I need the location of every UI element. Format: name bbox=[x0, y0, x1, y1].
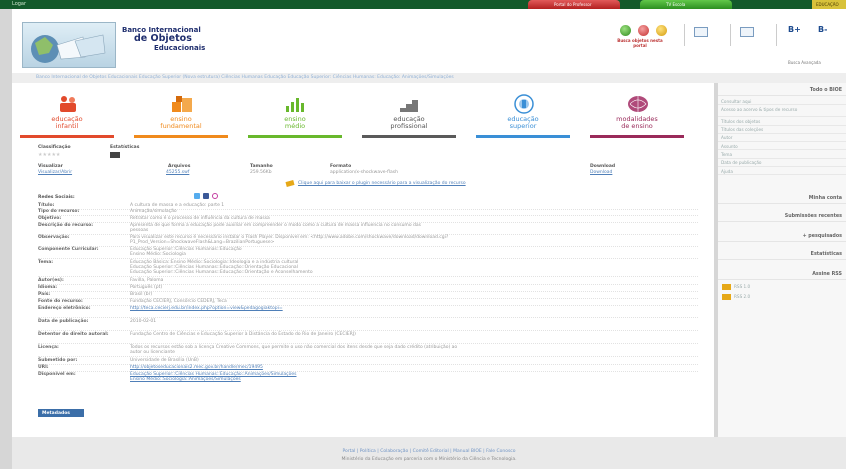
breadcrumb[interactable]: Banco Internacional de Objetos Educacion… bbox=[12, 73, 846, 83]
rss-2-link[interactable]: RSS 2.0 bbox=[722, 294, 842, 302]
visualizar-label: Visualizar bbox=[38, 164, 63, 169]
stats-icon[interactable] bbox=[110, 152, 120, 158]
endereco-link[interactable]: http://teca.cecierj.edu.br/index.php?opt… bbox=[130, 306, 698, 312]
category-bar bbox=[20, 135, 114, 138]
detail-row-descricao: Descrição do recurso: Apresenta de que fo… bbox=[38, 223, 698, 235]
target-icon bbox=[514, 94, 534, 114]
download-link[interactable]: Download bbox=[590, 170, 612, 175]
divider bbox=[776, 24, 777, 46]
sidebar-head-todo-bioe: Todo o BIOE bbox=[718, 86, 846, 96]
disponivel-link[interactable]: Educação Superior::Ciências Humanas::Edu… bbox=[130, 372, 698, 383]
font-increase-button[interactable]: B+ bbox=[788, 25, 801, 34]
classificacao-label: Classificação bbox=[38, 145, 71, 150]
stairs-icon bbox=[400, 100, 418, 112]
detail-row-detentor: Detentor do direito autoral: Fundação Cen… bbox=[38, 332, 698, 344]
uri-link[interactable]: http://objetoseducacionais2.mec.gov.br/h… bbox=[130, 365, 698, 371]
category-bar bbox=[248, 135, 342, 138]
search-label: Busca objetos nesta portal bbox=[617, 38, 663, 48]
divider bbox=[730, 24, 731, 46]
redes-sociais-label: Redes Sociais: bbox=[38, 195, 75, 200]
tamanho-value: 259.56Kb bbox=[250, 170, 272, 175]
rating-stars[interactable]: ★★★★★ bbox=[38, 152, 60, 158]
category-bar bbox=[134, 135, 228, 138]
category-label: superior bbox=[509, 122, 537, 130]
search-yellow-icon[interactable] bbox=[656, 25, 667, 36]
sidebar-head-submissoes[interactable]: Submissões recentes bbox=[718, 212, 846, 222]
mesh-icon bbox=[628, 96, 648, 112]
detail-row-licenca: Licença: Todos os recursos estão sob a li… bbox=[38, 345, 698, 357]
rss-1-link[interactable]: RSS 1.0 bbox=[722, 284, 842, 292]
font-decrease-button[interactable]: B- bbox=[818, 25, 827, 34]
sidebar-item[interactable]: Ajuda bbox=[718, 167, 846, 176]
category-ensino-medio[interactable]: ensino médio bbox=[248, 92, 342, 138]
facebook-icon[interactable] bbox=[203, 193, 209, 199]
category-ensino-fundamental[interactable]: ensino fundamental bbox=[134, 92, 228, 138]
category-educacao-profissional[interactable]: educação profissional bbox=[362, 92, 456, 138]
rss-icon bbox=[722, 284, 731, 290]
sidebar-item[interactable]: Data de publicação bbox=[718, 159, 846, 168]
children-icon bbox=[60, 96, 76, 112]
sidebar-item[interactable]: Autor bbox=[718, 134, 846, 143]
category-label: infantil bbox=[55, 122, 79, 130]
accessibility-icon[interactable] bbox=[740, 27, 754, 37]
visualizar-link[interactable]: Visualizar/Abrir bbox=[38, 170, 72, 175]
category-label: profissional bbox=[390, 122, 428, 130]
estatisticas-label: Estatísticas bbox=[110, 145, 140, 150]
sidebar-item[interactable]: Tema bbox=[718, 151, 846, 159]
detail-row-observacao: Observação: Para visualizar este recurso … bbox=[38, 235, 698, 247]
category-bar bbox=[590, 135, 684, 138]
category-bar bbox=[362, 135, 456, 138]
arquivos-label: Arquivos bbox=[168, 164, 191, 169]
arquivo-link[interactable]: 45255.swf bbox=[166, 170, 189, 175]
sidebar-item[interactable]: Assunto bbox=[718, 142, 846, 151]
blocks-icon bbox=[172, 96, 192, 112]
site-logo[interactable] bbox=[22, 22, 116, 68]
detail-row-disponivel: Disponível em: Educação Superior::Ciência… bbox=[38, 372, 698, 384]
formato-label: Formato bbox=[330, 164, 352, 169]
divider bbox=[684, 24, 685, 46]
tab-portal-professor[interactable]: Portal do Professor bbox=[528, 0, 620, 9]
brand-line-2: de Objetos bbox=[134, 33, 192, 44]
download-label: Download bbox=[590, 164, 616, 169]
category-modalidades-de-ensino[interactable]: modalidades de ensino bbox=[590, 92, 684, 138]
sidebar-item[interactable]: Títulos dos objetos bbox=[718, 117, 846, 126]
advanced-search-link[interactable]: Busca Avançada bbox=[788, 60, 821, 65]
plugin-link[interactable]: Clique aqui para baixar o plugin necessá… bbox=[298, 181, 466, 186]
sidebar-item[interactable]: Títulos das coleções bbox=[718, 126, 846, 134]
rss-icon bbox=[722, 294, 731, 300]
category-educacao-infantil[interactable]: educação infantil bbox=[20, 92, 114, 138]
search-green-icon[interactable] bbox=[620, 25, 631, 36]
brand-line-3: Educacionais bbox=[154, 44, 206, 52]
sidebar-head-estatisticas[interactable]: Estatísticas bbox=[718, 250, 846, 260]
formato-value: application/x-shockwave-flash bbox=[330, 170, 398, 175]
tab-tv-escola[interactable]: TV Escola bbox=[640, 0, 732, 9]
category-bar bbox=[476, 135, 570, 138]
category-educacao-superior[interactable]: educação superior bbox=[476, 92, 570, 138]
login-link[interactable]: Logar bbox=[12, 1, 26, 7]
sidebar-head-minha-conta[interactable]: Minha conta bbox=[718, 194, 846, 204]
category-label: fundamental bbox=[160, 122, 202, 130]
detail-row-data: Data de publicação: 2010-02-01 bbox=[38, 319, 698, 331]
twitter-icon[interactable] bbox=[194, 193, 200, 199]
sidebar-item[interactable]: Acesso ao acervo & tipos de recurso bbox=[718, 105, 846, 118]
detail-row-tema: Tema: Educação Básica::Ensino Médio::Soci… bbox=[38, 260, 698, 277]
search-red-icon[interactable] bbox=[638, 25, 649, 36]
bars-icon bbox=[286, 98, 304, 112]
metadados-button[interactable]: Metadados bbox=[38, 409, 84, 417]
contrast-icon[interactable] bbox=[694, 27, 708, 37]
detail-row-endereco: Endereço eletrônico: http://teca.cecierj.… bbox=[38, 306, 698, 318]
detail-row-componente: Componente Curricular: Educação Superior:… bbox=[38, 247, 698, 259]
sidebar-head-pesquisados[interactable]: + pesquisados bbox=[718, 232, 846, 242]
footer-text: Ministério da Educação em parceria com o… bbox=[341, 457, 517, 462]
sidebar-head-rss: Assine RSS bbox=[718, 270, 846, 280]
footer: Portal | Política | Colaboração | Comitê… bbox=[12, 437, 846, 469]
footer-links[interactable]: Portal | Política | Colaboração | Comitê… bbox=[12, 449, 846, 454]
sidebar-item[interactable]: Consultar aqui bbox=[718, 97, 846, 106]
category-label: de ensino bbox=[621, 122, 653, 130]
tamanho-label: Tamanho bbox=[250, 164, 273, 169]
tab-educacao[interactable]: EDUCAÇÃO bbox=[812, 0, 846, 9]
category-label: médio bbox=[284, 122, 306, 130]
globe-icon bbox=[31, 34, 106, 63]
orkut-icon[interactable] bbox=[212, 193, 218, 199]
